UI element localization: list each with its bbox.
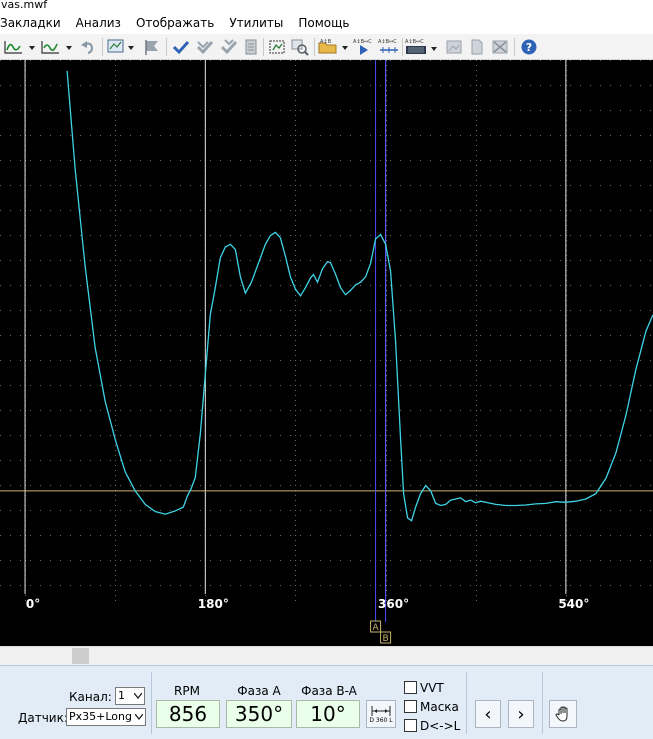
sensor-select[interactable]: Px35+Long xyxy=(66,708,146,726)
vvt-label: VVT xyxy=(420,681,444,695)
ruler-marker-icon[interactable]: A↕B↔C xyxy=(377,37,401,57)
hand-tool-button[interactable] xyxy=(549,700,577,728)
toolbar: A↕B A↕B↔C A↕B↔C A↕B↔C ? xyxy=(0,34,653,60)
flag-icon[interactable] xyxy=(141,37,163,57)
cursor-a-marker[interactable]: A xyxy=(370,620,382,633)
cursor-b-marker[interactable]: B xyxy=(380,631,392,644)
help-icon[interactable]: ? xyxy=(518,37,540,57)
check-down-icon[interactable] xyxy=(218,37,240,57)
sensor-select-value: Px35+Long xyxy=(69,710,132,723)
zoom-icon[interactable] xyxy=(289,37,311,57)
play-marker-icon[interactable]: A↕B↔C xyxy=(352,37,376,57)
svg-text:A↕B↔C: A↕B↔C xyxy=(405,39,424,45)
rpm-value: 856 xyxy=(156,700,220,728)
chevron-down-icon xyxy=(134,693,142,699)
chevron-down-icon xyxy=(135,714,143,720)
mask-checkbox[interactable] xyxy=(404,700,417,713)
oscilloscope-view[interactable]: 0° 180° 360° 540° A B xyxy=(0,60,653,646)
control-panel: Канал: 1 Датчик: Px35+Long RPM 856 Фаза … xyxy=(0,665,653,739)
hand-icon xyxy=(555,706,568,722)
svg-text:?: ? xyxy=(526,41,532,54)
open-folder-dropdown-icon[interactable]: A↕B xyxy=(317,37,351,57)
menu-view[interactable]: Отображать xyxy=(136,16,214,30)
cursor-a-label: A xyxy=(372,623,379,633)
svg-text:A↕B↔C: A↕B↔C xyxy=(353,39,372,45)
check-icon[interactable] xyxy=(170,37,192,57)
horizontal-scrollbar[interactable] xyxy=(0,646,653,665)
dl-checkbox[interactable] xyxy=(404,719,417,732)
phase-ba-caption: Фаза B-A xyxy=(301,684,357,698)
app-window: vas.mwf Закладки Анализ Отображать Утили… xyxy=(0,0,653,739)
x-tick-label: 180° xyxy=(198,597,229,611)
channel-select[interactable]: 1 xyxy=(115,687,145,705)
x-tick-label: 360° xyxy=(378,597,409,611)
window-title: vas.mwf xyxy=(0,0,653,12)
dl-label: D<->L xyxy=(420,719,461,733)
signal-trace xyxy=(66,70,653,522)
d360-button[interactable]: D 360 L xyxy=(366,700,396,728)
svg-text:A↕B↔C: A↕B↔C xyxy=(378,39,397,45)
rpm-caption: RPM xyxy=(174,684,200,698)
channel-label: Канал: xyxy=(69,690,112,704)
crossed-box-icon[interactable] xyxy=(489,37,511,57)
image-icon[interactable] xyxy=(443,37,465,57)
range-icon xyxy=(371,705,391,716)
undo-icon[interactable] xyxy=(78,37,98,57)
waveform-chart[interactable]: 0° 180° 360° 540° A B xyxy=(0,60,653,646)
menu-bookmarks[interactable]: Закладки xyxy=(0,16,61,30)
x-tick-label: 0° xyxy=(26,597,40,611)
menu-analysis[interactable]: Анализ xyxy=(76,16,121,30)
mask-label: Маска xyxy=(420,700,459,714)
waveform-dropdown-icon[interactable] xyxy=(39,37,75,57)
phase-ba-value: 10° xyxy=(296,700,360,728)
keyboard-dropdown-icon[interactable]: A↕B↔C xyxy=(404,37,440,57)
sensor-label: Датчик: xyxy=(18,711,68,725)
select-region-icon[interactable] xyxy=(266,37,288,57)
cursor-b-label: B xyxy=(382,634,388,644)
menu-bar: Закладки Анализ Отображать Утилиты Помощ… xyxy=(0,12,653,34)
d360-label: D 360 L xyxy=(369,716,393,724)
vvt-checkbox[interactable] xyxy=(404,681,417,694)
phase-a-value: 350° xyxy=(226,700,292,728)
document-icon[interactable] xyxy=(242,37,260,57)
waveform-dropdown-icon[interactable] xyxy=(2,37,38,57)
svg-text:A↕B: A↕B xyxy=(320,39,332,45)
menu-utilities[interactable]: Утилиты xyxy=(229,16,283,30)
phase-a-caption: Фаза A xyxy=(237,684,281,698)
chevron-left-icon: ‹ xyxy=(484,703,492,725)
screen-dropdown-icon[interactable] xyxy=(106,37,138,57)
prev-button[interactable]: ‹ xyxy=(475,700,501,728)
chevron-right-icon: › xyxy=(517,703,525,725)
x-tick-label: 540° xyxy=(558,597,589,611)
channel-select-value: 1 xyxy=(118,689,125,702)
menu-help[interactable]: Помощь xyxy=(298,16,349,30)
scrollbar-thumb[interactable] xyxy=(72,648,89,664)
next-button[interactable]: › xyxy=(508,700,534,728)
check-double-icon[interactable] xyxy=(194,37,216,57)
page-icon[interactable] xyxy=(467,37,487,57)
